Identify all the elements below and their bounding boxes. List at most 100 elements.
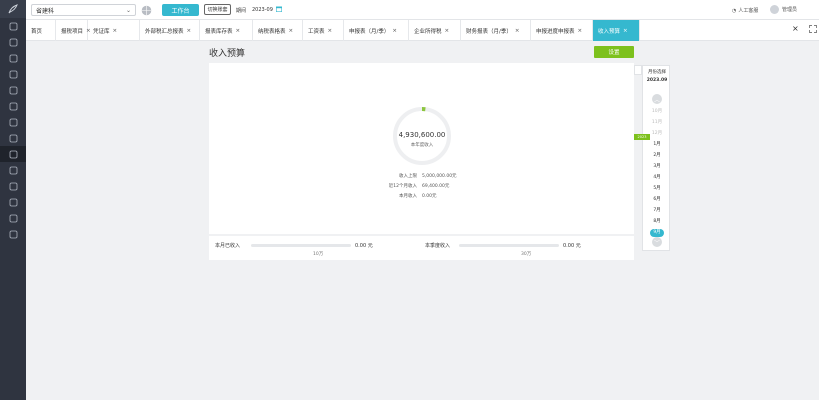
tab-9[interactable]: 财务报表（月/季） × xyxy=(461,20,531,41)
tab-label: 凭证库 xyxy=(93,28,110,35)
monthly-income-bar xyxy=(251,244,351,247)
calendar-icon[interactable] xyxy=(276,6,282,12)
sidebar-item-book[interactable] xyxy=(0,210,26,226)
tab-6[interactable]: 工资表 × xyxy=(303,20,344,41)
tab-label: 首页 xyxy=(31,28,43,35)
tab-4[interactable]: 报表库存表 × xyxy=(200,20,253,41)
share-icon xyxy=(9,230,17,238)
chevron-up-icon[interactable]: ︿ xyxy=(652,94,662,104)
tab-label: 报税项目 xyxy=(61,28,84,35)
tab-2[interactable]: 凭证库 × xyxy=(88,20,140,41)
sidebar-item-folder[interactable] xyxy=(0,130,26,146)
settings-button[interactable]: 设置 xyxy=(594,46,634,58)
quarterly-income-limit: 30万 xyxy=(521,252,532,257)
month-option[interactable]: 6月 xyxy=(643,196,671,202)
month-option[interactable]: 1月 xyxy=(643,141,671,147)
company-select[interactable]: 省建科 ⌄ xyxy=(31,4,136,16)
tab-label: 申报表（月/季） xyxy=(349,28,390,35)
month-option[interactable]: 11月 xyxy=(643,119,671,125)
sidebar-item-calculator[interactable] xyxy=(0,114,26,130)
quarterly-income-bar xyxy=(459,244,559,247)
year-badge: 2023 xyxy=(634,134,650,140)
stat-value: 5,000,000.00元 xyxy=(422,174,457,179)
page-title: 收入预算 xyxy=(209,49,246,59)
month-picker-current: 2023.09 xyxy=(646,78,668,83)
tab-close-icon[interactable]: × xyxy=(236,28,241,34)
sidebar-item-briefcase[interactable] xyxy=(0,162,26,178)
sidebar-item-share[interactable] xyxy=(0,226,26,242)
customer-service-label: 人工客服 xyxy=(738,8,759,14)
month-picker-title: 月份选择 xyxy=(648,70,666,75)
tab-1[interactable]: 报税项目 × xyxy=(56,20,91,41)
tab-3[interactable]: 外部税汇总报表 × xyxy=(140,20,200,41)
monthly-income-limit: 10万 xyxy=(313,252,324,257)
home-icon xyxy=(9,22,17,30)
tab-label: 外部税汇总报表 xyxy=(145,28,184,35)
tab-10[interactable]: 申报进度申报表 × xyxy=(531,20,593,41)
money-bag-icon xyxy=(9,150,17,158)
headset-icon: ◔ xyxy=(732,7,737,14)
tab-label: 收入预算 xyxy=(598,28,621,35)
picker-collapse-toggle[interactable] xyxy=(634,65,642,75)
tab-close-icon[interactable]: × xyxy=(113,28,118,34)
sidebar-item-money-bag[interactable] xyxy=(0,146,26,162)
user-name: 管理员 xyxy=(782,7,798,13)
sidebar xyxy=(0,0,26,400)
briefcase-icon xyxy=(9,166,17,174)
user-menu[interactable]: 管理员 xyxy=(770,5,797,14)
monthly-income-value: 0.00 元 xyxy=(355,243,373,249)
sidebar-item-chart-bar[interactable] xyxy=(0,50,26,66)
tab-0[interactable]: 首页 xyxy=(26,20,56,41)
company-select-value: 省建科 xyxy=(36,7,55,15)
chevron-down-icon[interactable]: ﹀ xyxy=(652,237,662,247)
tab-11[interactable]: 收入预算 × xyxy=(593,20,640,41)
period-value[interactable]: 2023-09 xyxy=(252,7,273,13)
close-all-tabs-icon[interactable]: × xyxy=(792,24,799,33)
chevron-down-icon: ⌄ xyxy=(125,6,131,14)
tab-label: 报表库存表 xyxy=(205,28,233,35)
sidebar-item-document[interactable] xyxy=(0,98,26,114)
month-option[interactable]: 10月 xyxy=(643,108,671,114)
sidebar-item-eye[interactable] xyxy=(0,194,26,210)
sidebar-item-chart-line[interactable] xyxy=(0,34,26,50)
sidebar-item-clipboard[interactable] xyxy=(0,178,26,194)
tab-close-icon[interactable]: × xyxy=(187,28,192,34)
month-option[interactable]: 4月 xyxy=(643,174,671,180)
book-icon xyxy=(9,214,17,222)
tab-label: 工资表 xyxy=(308,28,325,35)
monthly-income-label: 本月已收入 xyxy=(215,243,241,249)
globe-icon[interactable] xyxy=(141,5,152,16)
month-option[interactable]: 8月 xyxy=(643,218,671,224)
tab-close-icon[interactable]: × xyxy=(515,28,520,34)
tab-close-icon[interactable]: × xyxy=(623,28,628,34)
tab-5[interactable]: 纳税表格表 × xyxy=(253,20,303,41)
app-logo[interactable] xyxy=(0,0,26,18)
month-option[interactable]: 5月 xyxy=(643,185,671,191)
tab-close-icon[interactable]: × xyxy=(392,28,397,34)
sidebar-item-user[interactable] xyxy=(0,66,26,82)
month-option[interactable]: 7月 xyxy=(643,207,671,213)
sidebar-item-lock[interactable] xyxy=(0,82,26,98)
month-option[interactable]: 3月 xyxy=(643,163,671,169)
sidebar-item-home[interactable] xyxy=(0,18,26,34)
user-icon xyxy=(9,70,17,78)
avatar xyxy=(770,5,779,14)
fullscreen-icon[interactable] xyxy=(809,25,817,33)
tab-close-icon[interactable]: × xyxy=(445,28,450,34)
month-option[interactable]: 2月 xyxy=(643,152,671,158)
tab-label: 申报进度申报表 xyxy=(536,28,575,35)
tab-close-icon[interactable]: × xyxy=(289,28,294,34)
stat-label: 收入上限 xyxy=(399,174,417,179)
tab-7[interactable]: 申报表（月/季） × xyxy=(344,20,409,41)
switch-account-button[interactable]: 切换账套 xyxy=(204,4,231,15)
tab-label: 财务报表（月/季） xyxy=(466,28,512,35)
tab-close-icon[interactable]: × xyxy=(578,28,583,34)
eye-icon xyxy=(9,198,17,206)
workbench-button[interactable]: 工作台 xyxy=(162,4,199,16)
month-option[interactable]: 9月 xyxy=(650,229,664,237)
customer-service-link[interactable]: ◔ 人工客服 xyxy=(732,7,759,15)
chart-line-icon xyxy=(9,38,17,46)
tab-8[interactable]: 企业所得税 × xyxy=(409,20,461,41)
tab-close-icon[interactable]: × xyxy=(328,28,333,34)
income-progress-panel: 本月已收入 0.00 元 10万 本季度收入 0.00 元 30万 xyxy=(209,236,634,260)
